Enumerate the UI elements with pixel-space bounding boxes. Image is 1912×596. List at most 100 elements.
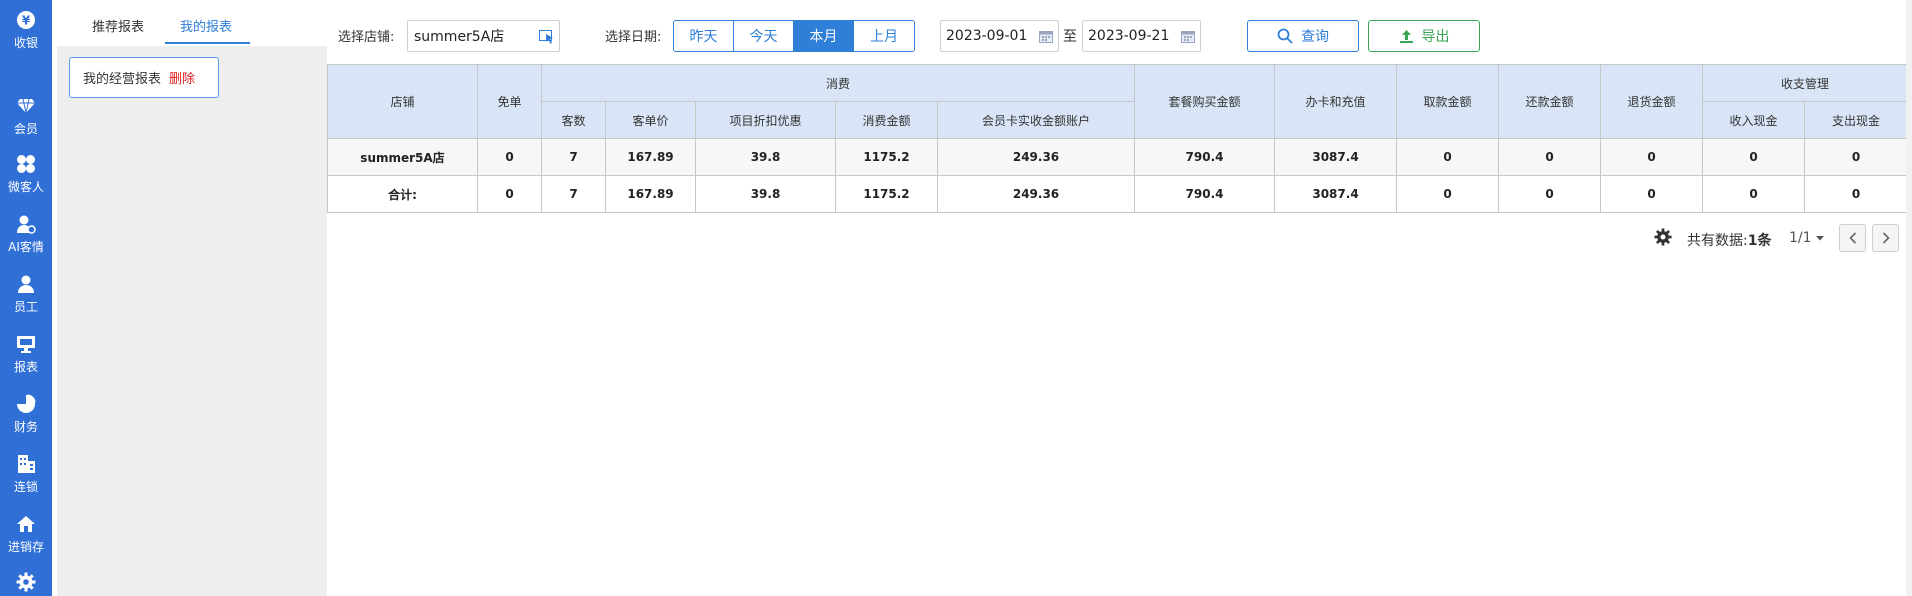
nav-label: 财务 [13, 420, 38, 434]
table-cell: 1175.2 [835, 175, 938, 213]
query-button[interactable]: 查询 [1247, 20, 1359, 52]
table-cell: 39.8 [695, 138, 836, 176]
report-card-title: 我的经营报表 [83, 72, 162, 87]
col-header-withdraw: 取款金额 [1396, 64, 1500, 139]
col-header-cash-out: 支出现金 [1804, 101, 1909, 139]
store-label: 选择店铺: [338, 30, 395, 45]
table-cell: 0 [1498, 175, 1602, 213]
nav-label: 微客人 [7, 180, 44, 194]
page-info: 1/1 [1789, 230, 1812, 246]
picker-icon [539, 30, 553, 44]
table-cell: 0 [1600, 175, 1704, 213]
active-tab-indicator [165, 42, 250, 44]
nav-item-ai-customer[interactable]: AI客情 [0, 210, 52, 266]
tab-recommended-reports[interactable]: 推荐报表 [92, 16, 144, 35]
monitor-icon [15, 333, 37, 355]
caret-down-icon [1815, 236, 1824, 241]
total-records: 共有数据:1条 [1687, 230, 1771, 250]
grid-icon [15, 153, 37, 175]
col-header-package: 套餐购买金额 [1134, 64, 1276, 139]
total-label: 共有数据: [1687, 233, 1748, 249]
table-cell: 合计: [327, 175, 478, 213]
nav-label: 员工 [13, 300, 38, 314]
table-cell: 0 [1702, 138, 1806, 176]
tab-my-reports[interactable]: 我的报表 [180, 16, 232, 35]
table-cell: 0 [1804, 138, 1909, 176]
nav-item-micro-customer[interactable]: 微客人 [0, 150, 52, 206]
date-range-separator: 至 [1063, 29, 1077, 45]
nav-item-settings[interactable] [0, 568, 52, 596]
nav-label: 进销存 [7, 540, 44, 554]
table-cell: 0 [1600, 138, 1704, 176]
table-cell: 0 [1396, 175, 1500, 213]
col-header-repay: 还款金额 [1498, 64, 1602, 139]
nav-item-finance[interactable]: 财务 [0, 390, 52, 446]
page-select[interactable]: 1/1 [1789, 230, 1824, 246]
col-header-customers: 客数 [541, 101, 606, 139]
nav-label: 连锁 [13, 480, 38, 494]
table-cell: 0 [477, 175, 542, 213]
quick-date-last-month[interactable]: 上月 [854, 21, 914, 51]
nav-item-member[interactable]: 会员 [0, 92, 52, 148]
date-label: 选择日期: [605, 30, 662, 45]
upload-icon [1399, 29, 1413, 43]
prev-page-button[interactable] [1839, 224, 1866, 252]
col-group-cash: 收支管理 [1702, 64, 1909, 102]
chevron-left-icon [1848, 232, 1856, 244]
quick-date-group: 昨天 今天 本月 上月 [673, 20, 915, 52]
next-page-button[interactable] [1872, 224, 1899, 252]
chevron-right-icon [1882, 232, 1890, 244]
start-date-input[interactable]: 2023-09-01 [940, 20, 1059, 52]
table-cell: 790.4 [1134, 175, 1276, 213]
report-card-my-business[interactable]: 我的经营报表 删除 [69, 57, 219, 98]
vertical-scrollbar[interactable] [1906, 0, 1912, 596]
table-cell: 3087.4 [1274, 138, 1398, 176]
person-icon [15, 273, 37, 295]
col-header-discount: 项目折扣优惠 [695, 101, 836, 139]
nav-item-report[interactable]: 报表 [0, 330, 52, 386]
table-row: summer5A店 0 7 167.89 39.8 1175.2 249.36 … [327, 138, 1909, 176]
col-header-card-recharge: 办卡和充值 [1274, 64, 1398, 139]
total-count: 1条 [1747, 233, 1772, 249]
nav-item-inventory[interactable]: 进销存 [0, 510, 52, 566]
nav-item-chain[interactable]: 连锁 [0, 450, 52, 506]
col-group-consume: 消费 [540, 64, 1136, 102]
report-panel: 推荐报表 我的报表 我的经营报表 删除 [57, 0, 327, 596]
table-cell: 167.89 [605, 138, 696, 176]
end-date-input[interactable]: 2023-09-21 [1082, 20, 1201, 52]
table-cell: 7 [541, 138, 606, 176]
diamond-icon [15, 95, 37, 117]
table-cell: 167.89 [605, 175, 696, 213]
nav-item-cashier[interactable]: ¥ 收银 [0, 6, 52, 62]
nav-label: 报表 [13, 360, 38, 374]
svg-text:¥: ¥ [22, 14, 31, 28]
table-cell: 0 [1498, 138, 1602, 176]
quick-date-today[interactable]: 今天 [734, 21, 794, 51]
end-date-value: 2023-09-21 [1088, 28, 1170, 44]
col-header-cash-in: 收入现金 [1702, 101, 1806, 139]
quick-date-yesterday[interactable]: 昨天 [674, 21, 734, 51]
report-table: 店铺 免单 消费 套餐购买金额 办卡和充值 取款金额 还款金额 退货金额 收支管… [327, 64, 1909, 213]
export-button-label: 导出 [1421, 29, 1450, 45]
pie-icon [15, 393, 37, 415]
column-settings-icon[interactable] [1654, 228, 1672, 246]
nav-item-staff[interactable]: 员工 [0, 270, 52, 326]
table-cell: 0 [1804, 175, 1909, 213]
table-cell: 1175.2 [835, 138, 938, 176]
col-header-unit-price: 客单价 [605, 101, 696, 139]
store-select-value: summer5A店 [414, 29, 505, 45]
start-date-value: 2023-09-01 [946, 28, 1028, 44]
table-cell: 0 [477, 138, 542, 176]
calendar-icon [1181, 31, 1195, 43]
table-cell: 0 [1396, 138, 1500, 176]
table-cell: 0 [1702, 175, 1806, 213]
report-tabs: 推荐报表 我的报表 [57, 0, 327, 46]
export-button[interactable]: 导出 [1368, 20, 1480, 52]
quick-date-this-month[interactable]: 本月 [794, 21, 854, 51]
table-cell: summer5A店 [327, 138, 478, 176]
delete-report-link[interactable]: 删除 [169, 68, 195, 87]
calendar-icon [1039, 31, 1053, 43]
nav-label: 收银 [13, 36, 38, 50]
col-header-refund: 退货金额 [1600, 64, 1704, 139]
store-select[interactable]: summer5A店 [407, 20, 560, 52]
